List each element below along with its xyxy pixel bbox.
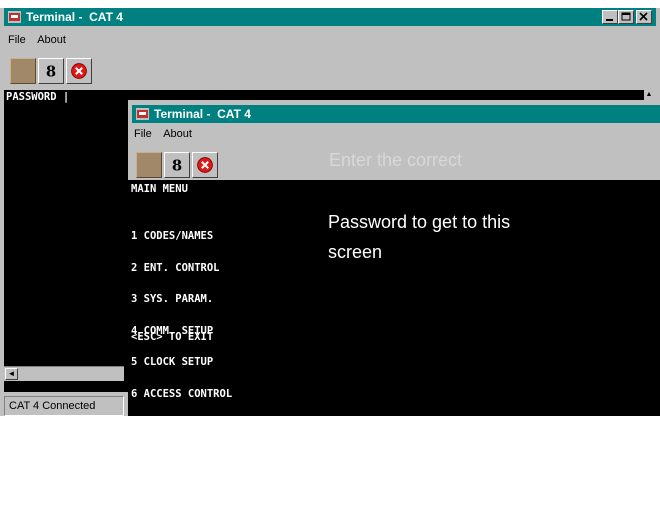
- inner-terminal-window: Terminal - CAT 4 File About 8 MAIN MENU …: [128, 100, 660, 493]
- outer-window-title: Terminal - CAT 4: [26, 10, 123, 24]
- main-menu-header: MAIN MENU: [131, 183, 188, 195]
- connect-icon: [137, 153, 161, 177]
- exit-hint: <ESC> TO EXIT: [131, 331, 214, 343]
- menu-about[interactable]: About: [163, 128, 192, 140]
- menu-about[interactable]: About: [37, 34, 66, 46]
- terminal-app-icon: [8, 11, 21, 23]
- disconnect-icon: [197, 157, 213, 173]
- annotation-line-3: screen: [328, 242, 383, 262]
- close-icon: [639, 12, 648, 21]
- menu-option[interactable]: 2 ENT. CONTROL: [131, 262, 232, 274]
- svg-text:8: 8: [172, 158, 182, 175]
- connect-button[interactable]: [136, 152, 162, 178]
- menu-option[interactable]: 9 DISPLAY DATA: [131, 483, 232, 494]
- inner-window-title: Terminal - CAT 4: [154, 107, 251, 121]
- inner-toolbar: 8: [136, 152, 256, 182]
- menu-file[interactable]: File: [8, 34, 26, 46]
- dial-button[interactable]: 8: [164, 152, 190, 178]
- scroll-left-icon[interactable]: ◄: [5, 368, 18, 380]
- menu-option[interactable]: 1 CODES/NAMES: [131, 231, 232, 242]
- connect-button[interactable]: [10, 58, 36, 84]
- minimize-icon: [606, 19, 613, 21]
- annotation-line-2: Password to get to this: [328, 212, 511, 232]
- main-menu-block: MAIN MENU: [131, 184, 188, 195]
- annotation-line-1: Enter the correct: [329, 150, 463, 170]
- outer-toolbar: 8: [10, 58, 130, 88]
- status-bar: CAT 4 Connected: [4, 396, 124, 416]
- outer-title-bar[interactable]: Terminal - CAT 4: [4, 8, 656, 26]
- menu-option[interactable]: 5 CLOCK SETUP: [131, 357, 232, 368]
- inner-menubar: File About: [134, 128, 201, 140]
- menu-option[interactable]: 7 BUFFER INFO.: [131, 420, 232, 431]
- close-button[interactable]: [636, 10, 652, 24]
- inner-title-bar[interactable]: Terminal - CAT 4: [132, 105, 660, 123]
- terminal-app-icon: [136, 108, 149, 120]
- connect-icon: [11, 59, 35, 83]
- disconnect-button[interactable]: [192, 152, 218, 178]
- maximize-icon: [621, 12, 631, 21]
- dial-button[interactable]: 8: [38, 58, 64, 84]
- scroll-up-button[interactable]: ▲: [644, 90, 654, 100]
- maximize-button[interactable]: [618, 10, 634, 24]
- menu-option[interactable]: 6 ACCESS CONTROL: [131, 388, 232, 400]
- disconnect-icon: [71, 63, 87, 79]
- dial-icon: 8: [46, 64, 56, 81]
- menu-option[interactable]: 3 SYS. PARAM.: [131, 294, 232, 305]
- password-prompt: PASSWORD |: [6, 91, 70, 103]
- outer-menubar: File About: [8, 34, 75, 46]
- minimize-button[interactable]: [602, 10, 618, 24]
- svg-text:8: 8: [46, 64, 56, 81]
- dial-icon: 8: [172, 158, 182, 175]
- menu-option[interactable]: 8 CLEAR DATA: [131, 451, 232, 463]
- disconnect-button[interactable]: [66, 58, 92, 84]
- menu-options: 1 CODES/NAMES 2 ENT. CONTROL 3 SYS. PARA…: [131, 210, 232, 515]
- menu-file[interactable]: File: [134, 128, 152, 140]
- horizontal-scrollbar[interactable]: ◄: [4, 366, 124, 381]
